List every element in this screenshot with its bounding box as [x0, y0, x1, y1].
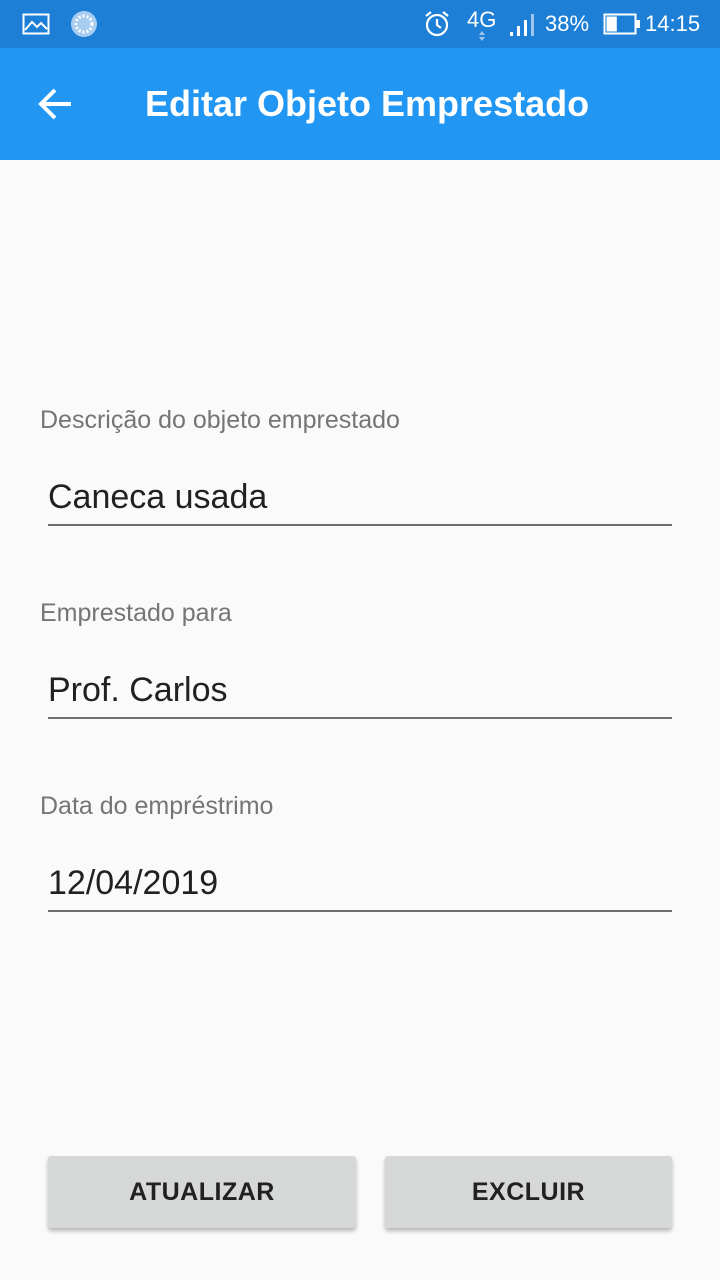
borrower-label: Emprestado para	[40, 599, 232, 627]
battery-icon	[603, 0, 641, 48]
sync-notification-icon	[70, 0, 98, 48]
description-label: Descrição do objeto emprestado	[40, 406, 400, 434]
description-input[interactable]	[48, 470, 672, 526]
loan-date-label: Data do empréstrimo	[40, 792, 274, 820]
page-title: Editar Objeto Emprestado	[145, 83, 590, 124]
arrow-back-icon	[38, 88, 71, 120]
delete-button[interactable]: EXCLUIR	[385, 1156, 672, 1228]
borrower-input[interactable]	[48, 663, 672, 719]
image-notification-icon	[22, 0, 50, 48]
clock: 14:15	[645, 11, 701, 36]
battery-percent: 38%	[545, 11, 590, 36]
loan-date-input[interactable]	[48, 856, 672, 912]
status-bar: 4G 38% 14:15	[0, 0, 720, 48]
alarm-icon	[422, 0, 452, 48]
update-button[interactable]: ATUALIZAR	[48, 1156, 356, 1228]
app-bar: Editar Objeto Emprestado	[0, 48, 720, 160]
back-button[interactable]	[28, 76, 84, 132]
signal-icon	[508, 0, 538, 48]
